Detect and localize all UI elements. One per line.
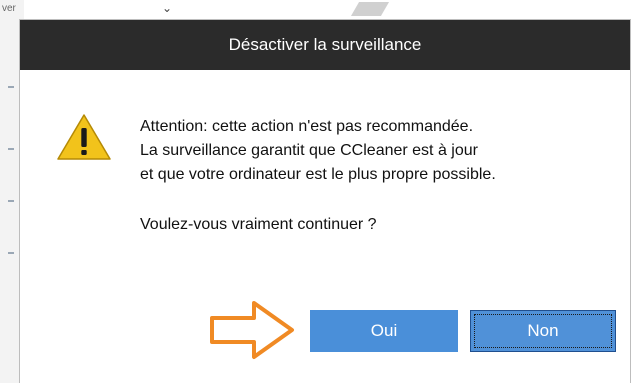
no-button[interactable]: Non bbox=[470, 310, 616, 352]
dialog-titlebar: Désactiver la surveillance bbox=[20, 20, 630, 70]
arrow-right-icon bbox=[210, 301, 294, 359]
warning-message: Attention: cette action n'est pas recomm… bbox=[140, 115, 610, 187]
deactivate-monitoring-dialog: Désactiver la surveillance Attention: ce… bbox=[20, 20, 630, 383]
confirmation-question: Voulez-vous vraiment continuer ? bbox=[140, 216, 377, 233]
dialog-content: Attention: cette action n'est pas recomm… bbox=[20, 70, 630, 383]
dialog-title: Désactiver la surveillance bbox=[228, 35, 422, 54]
message-line: Attention: cette action n'est pas recomm… bbox=[140, 118, 474, 135]
background-window-topbar bbox=[24, 0, 643, 20]
yes-button[interactable]: Oui bbox=[310, 310, 458, 352]
chevron-down-icon[interactable]: ⌄ bbox=[162, 1, 172, 15]
warning-icon bbox=[57, 114, 111, 160]
message-line: La surveillance garantit que CCleaner es… bbox=[140, 142, 478, 159]
background-window-label: ver bbox=[2, 3, 16, 14]
message-line: et que votre ordinateur est le plus prop… bbox=[140, 166, 496, 183]
